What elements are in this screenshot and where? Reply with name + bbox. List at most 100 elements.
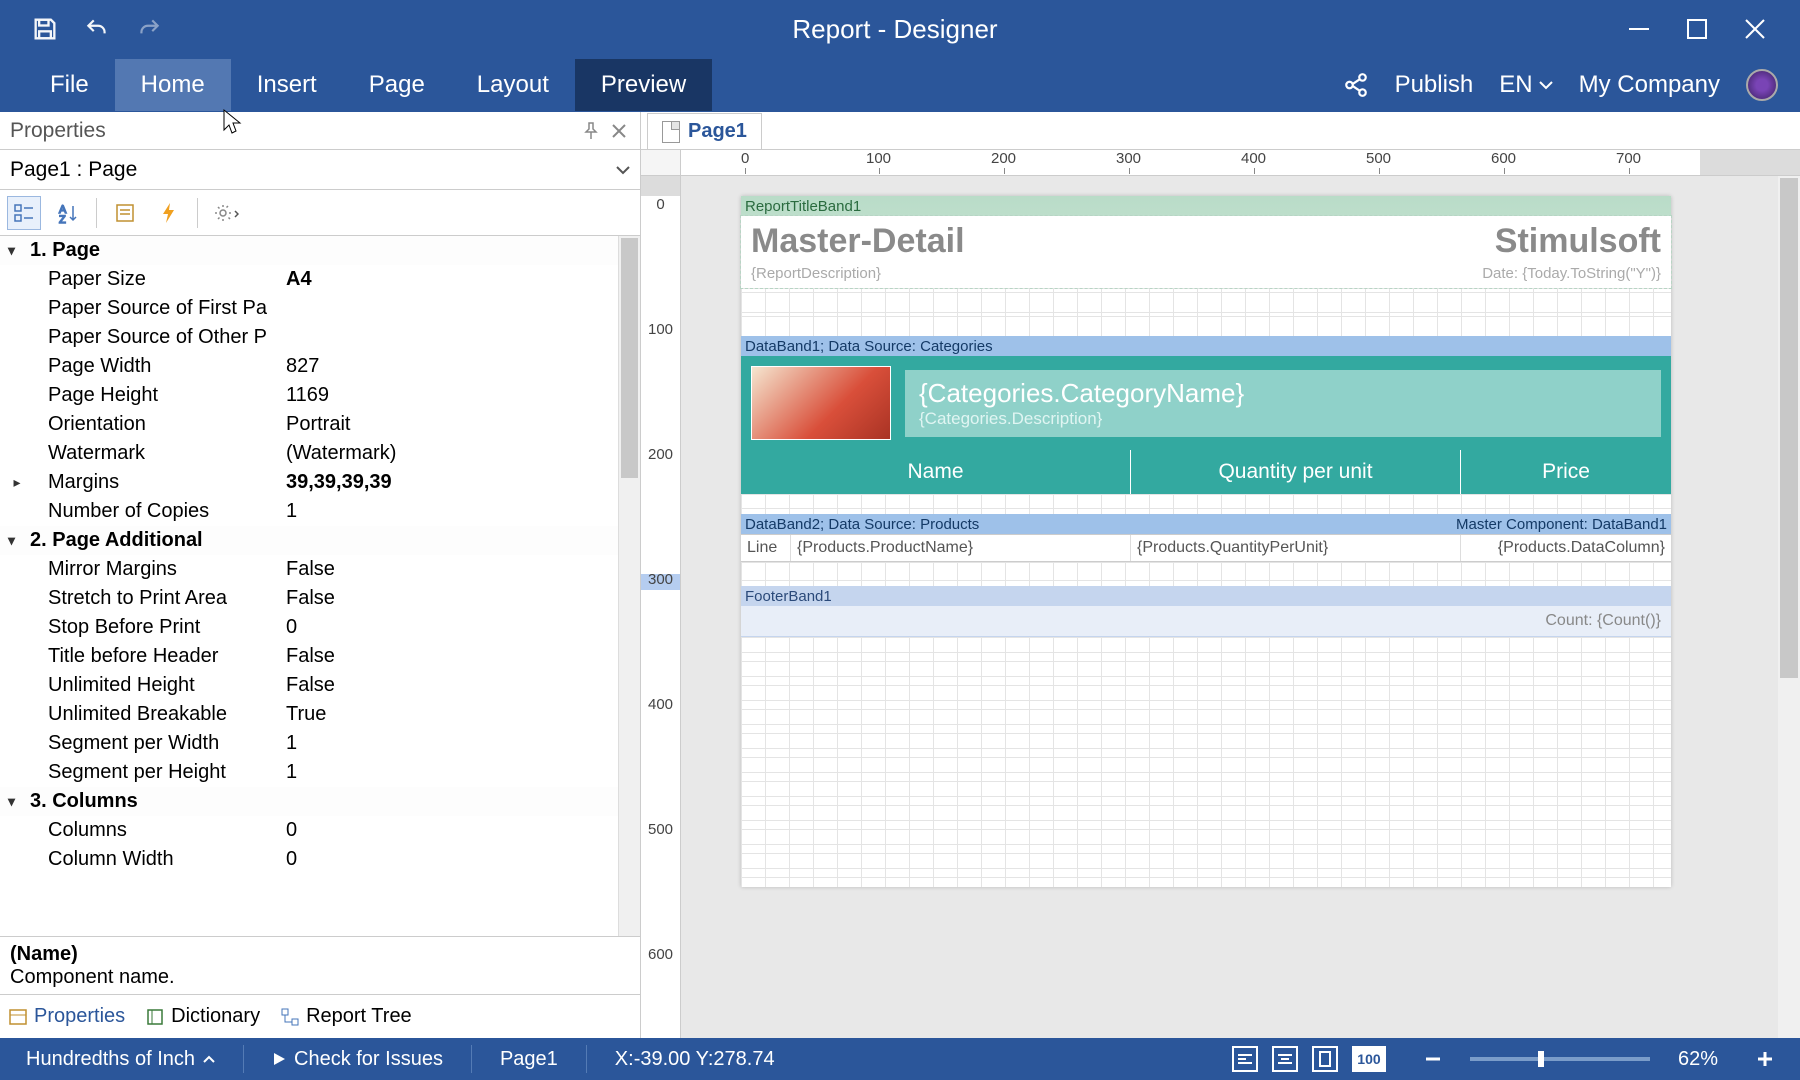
publish-button[interactable]: Publish <box>1395 71 1474 99</box>
design-surface: Page1 0100200300400500600 700 0 100 200 300 4… <box>641 112 1800 1038</box>
canvas[interactable]: ReportTitleBand1 Master-DetailStimulsoft… <box>681 176 1800 1038</box>
ruler-tick: 200 <box>991 150 1016 167</box>
property-row[interactable]: Number of Copies1 <box>0 497 640 526</box>
property-row[interactable]: Unlimited HeightFalse <box>0 671 640 700</box>
tree-icon <box>280 1007 300 1027</box>
ruler-tick: 100 <box>866 150 891 167</box>
property-row[interactable]: Columns0 <box>0 816 640 845</box>
tab-insert[interactable]: Insert <box>231 59 343 111</box>
property-row[interactable]: Paper SizeA4 <box>0 265 640 294</box>
description-icon[interactable] <box>109 197 141 229</box>
count-field[interactable]: Count: {Count()} <box>741 606 1671 637</box>
properties-title: Properties <box>10 119 106 143</box>
ruler-tick: 100 <box>641 321 680 338</box>
ruler-tick: 0 <box>741 150 749 167</box>
language-selector[interactable]: EN <box>1499 71 1552 99</box>
column-header[interactable]: Name Quantity per unit Price <box>741 450 1671 494</box>
property-row[interactable]: Watermark(Watermark) <box>0 439 640 468</box>
bottom-tab-properties[interactable]: Properties <box>8 1005 125 1028</box>
ruler-corner <box>641 150 681 176</box>
save-icon[interactable] <box>28 12 62 46</box>
property-row[interactable]: Mirror MarginsFalse <box>0 555 640 584</box>
category-name-field[interactable]: {Categories.CategoryName} <box>919 378 1647 409</box>
zoom-label: 62% <box>1668 1048 1728 1071</box>
horizontal-ruler[interactable]: 0100200300400500600700 <box>681 150 1800 176</box>
page-icon <box>662 121 680 143</box>
maximize-icon[interactable] <box>1682 14 1712 44</box>
properties-grid[interactable]: ▾1. PagePaper SizeA4Paper Source of Firs… <box>0 236 640 936</box>
property-row[interactable]: Unlimited BreakableTrue <box>0 700 640 729</box>
property-row[interactable]: Stop Before Print0 <box>0 613 640 642</box>
data-band-categories[interactable]: DataBand1; Data Source: Categories {Cate… <box>741 336 1671 494</box>
units-selector[interactable]: Hundredths of Inch <box>16 1048 225 1071</box>
zoom-out-button[interactable] <box>1414 1050 1452 1068</box>
report-page[interactable]: ReportTitleBand1 Master-DetailStimulsoft… <box>741 196 1671 887</box>
align-center-icon[interactable] <box>1272 1046 1298 1072</box>
property-group[interactable]: ▾1. Page <box>0 236 640 265</box>
category-image[interactable] <box>751 366 891 440</box>
alphabetical-icon[interactable]: AZ <box>52 197 84 229</box>
property-object-selector[interactable]: Page1 : Page <box>0 150 640 190</box>
tab-preview[interactable]: Preview <box>575 59 712 111</box>
property-group[interactable]: ▾3. Columns <box>0 787 640 816</box>
property-row[interactable]: OrientationPortrait <box>0 410 640 439</box>
property-row[interactable]: Title before HeaderFalse <box>0 642 640 671</box>
properties-panel: Properties Page1 : Page AZ ▾1. Pag <box>0 112 641 1038</box>
bottom-tab-report-tree[interactable]: Report Tree <box>280 1005 412 1028</box>
property-row[interactable]: Page Height1169 <box>0 381 640 410</box>
pin-icon[interactable] <box>580 120 602 142</box>
redo-icon[interactable] <box>132 12 166 46</box>
statusbar: Hundredths of Inch Check for Issues Page… <box>0 1038 1800 1080</box>
chevron-down-icon <box>1539 80 1553 90</box>
categorized-icon[interactable] <box>8 197 40 229</box>
property-row[interactable]: Paper Source of First Pa <box>0 294 640 323</box>
page-tab[interactable]: Page1 <box>647 113 762 149</box>
share-icon[interactable] <box>1343 72 1369 98</box>
ruler-tick: 400 <box>1241 150 1266 167</box>
play-icon <box>272 1051 286 1067</box>
bottom-tab-dictionary[interactable]: Dictionary <box>145 1005 260 1028</box>
titlebar: Report - Designer <box>0 0 1800 58</box>
property-row[interactable]: Page Width827 <box>0 352 640 381</box>
property-row[interactable]: ▸Margins39,39,39,39 <box>0 468 640 497</box>
zoom-100-icon[interactable]: 100 <box>1352 1046 1386 1072</box>
scrollbar[interactable] <box>618 236 640 936</box>
ruler-tick: 600 <box>641 946 680 963</box>
report-title-band[interactable]: ReportTitleBand1 Master-DetailStimulsoft… <box>741 196 1671 288</box>
tab-home[interactable]: Home <box>115 59 231 111</box>
window-title: Report - Designer <box>166 14 1624 45</box>
ruler-tick: 700 <box>1616 150 1641 167</box>
settings-icon[interactable] <box>210 197 242 229</box>
tab-page[interactable]: Page <box>343 59 451 111</box>
properties-icon <box>8 1007 28 1027</box>
data-band-products[interactable]: DataBand2; Data Source: ProductsMaster C… <box>741 514 1671 562</box>
check-issues-button[interactable]: Check for Issues <box>262 1048 453 1071</box>
property-row[interactable]: Segment per Height1 <box>0 758 640 787</box>
close-panel-icon[interactable] <box>608 120 630 142</box>
minimize-icon[interactable] <box>1624 14 1654 44</box>
company-label[interactable]: My Company <box>1579 71 1720 99</box>
chevron-down-icon <box>616 165 630 175</box>
tab-file[interactable]: File <box>24 59 115 111</box>
footer-band[interactable]: FooterBand1 Count: {Count()} <box>741 586 1671 637</box>
close-icon[interactable] <box>1740 14 1770 44</box>
vertical-ruler[interactable]: 0100200300400500600 <box>641 176 681 1038</box>
zoom-in-button[interactable] <box>1746 1050 1784 1068</box>
status-page[interactable]: Page1 <box>490 1048 568 1071</box>
ruler-tick: 300 <box>641 571 680 588</box>
align-left-icon[interactable] <box>1232 1046 1258 1072</box>
events-icon[interactable] <box>153 197 185 229</box>
zoom-slider[interactable] <box>1470 1057 1650 1061</box>
single-page-icon[interactable] <box>1312 1046 1338 1072</box>
scrollbar[interactable] <box>1778 176 1800 1038</box>
property-group[interactable]: ▾2. Page Additional <box>0 526 640 555</box>
property-row[interactable]: Stretch to Print AreaFalse <box>0 584 640 613</box>
avatar[interactable] <box>1746 69 1778 101</box>
property-row[interactable]: Segment per Width1 <box>0 729 640 758</box>
undo-icon[interactable] <box>80 12 114 46</box>
property-row[interactable]: Paper Source of Other P <box>0 323 640 352</box>
category-desc-field[interactable]: {Categories.Description} <box>919 409 1647 429</box>
tab-layout[interactable]: Layout <box>451 59 575 111</box>
property-row[interactable]: Column Width0 <box>0 845 640 874</box>
chevron-up-icon <box>203 1054 215 1064</box>
